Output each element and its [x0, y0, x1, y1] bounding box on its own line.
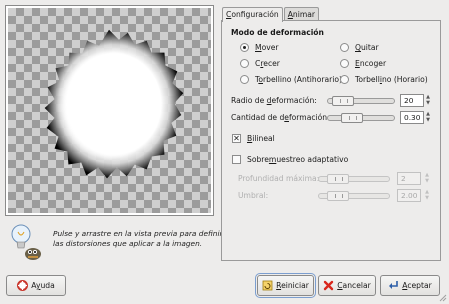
- threshold-spinbox: 2.00: [397, 189, 421, 202]
- radius-label: Radio de deformación:: [231, 96, 317, 105]
- radio-torbellino-antihorario[interactable]: Torbellino (Antihorario): [240, 75, 342, 84]
- checkbox-indicator: ✕: [232, 134, 241, 143]
- help-button[interactable]: Ayuda: [6, 275, 66, 296]
- settings-panel: Modo de deformación Mover Quitar Crecer …: [221, 20, 441, 261]
- hint-text: Pulse y arrastre en la vista previa para…: [53, 229, 223, 248]
- amount-spinbox[interactable]: 0.30: [400, 111, 424, 124]
- radius-spin-arrows[interactable]: ▲ ▼: [425, 94, 431, 107]
- lightbulb-wilber-icon: [11, 224, 41, 260]
- max-depth-spin-arrows: ▲ ▼: [425, 172, 429, 184]
- amount-label: Cantidad de deformación:: [231, 113, 330, 122]
- cancel-x-icon: [324, 280, 334, 291]
- preview-image: [44, 29, 184, 179]
- resize-grip-icon[interactable]: [437, 292, 447, 302]
- tab-bar: Configuración Animar: [222, 7, 320, 22]
- radio-indicator: [240, 43, 249, 52]
- radio-indicator: [240, 75, 249, 84]
- checkbox-indicator: [232, 155, 241, 164]
- radius-spinbox[interactable]: 20: [400, 94, 424, 107]
- preview-frame: [5, 5, 214, 216]
- radius-slider[interactable]: [327, 96, 395, 106]
- threshold-label: Umbral:: [238, 191, 269, 200]
- radio-quitar[interactable]: Quitar: [340, 43, 379, 52]
- enter-arrow-icon: [389, 281, 399, 289]
- deformation-preview[interactable]: [8, 8, 211, 213]
- radio-indicator: [340, 43, 349, 52]
- radio-indicator: [340, 75, 349, 84]
- reset-button[interactable]: Reiniciar: [255, 273, 316, 298]
- reset-icon: [262, 280, 273, 291]
- hint-area: Pulse y arrastre en la vista previa para…: [8, 222, 223, 262]
- threshold-slider-thumb: [327, 191, 349, 201]
- tab-animar[interactable]: Animar: [283, 7, 320, 21]
- max-depth-slider-thumb: [327, 174, 349, 184]
- radio-torbellino-horario[interactable]: Torbellino (Horario): [340, 75, 428, 84]
- amount-slider-thumb[interactable]: [341, 113, 363, 123]
- threshold-spin-arrows: ▲ ▼: [425, 189, 429, 201]
- tab-configuracion[interactable]: Configuración: [222, 7, 283, 22]
- section-title: Modo de deformación: [231, 28, 324, 37]
- max-depth-spinbox: 2: [397, 172, 421, 185]
- radio-crecer[interactable]: Crecer: [240, 59, 280, 68]
- supersample-checkbox[interactable]: Sobremuestreo adaptativo: [232, 155, 348, 164]
- max-depth-slider: [318, 174, 390, 184]
- threshold-slider: [318, 191, 390, 201]
- radio-mover[interactable]: Mover: [240, 43, 279, 52]
- amount-spin-arrows[interactable]: ▲ ▼: [425, 111, 431, 124]
- bilinear-checkbox[interactable]: ✕ Bilineal: [232, 134, 275, 143]
- cancel-button[interactable]: Cancelar: [318, 275, 376, 296]
- ok-button[interactable]: Aceptar: [380, 275, 440, 296]
- radio-indicator: [240, 59, 249, 68]
- max-depth-label: Profundidad máxima:: [238, 174, 320, 183]
- radius-slider-thumb[interactable]: [332, 96, 354, 106]
- lifebuoy-icon: [17, 280, 29, 291]
- amount-slider[interactable]: [327, 113, 395, 123]
- radio-indicator: [340, 59, 349, 68]
- radio-encoger[interactable]: Encoger: [340, 59, 386, 68]
